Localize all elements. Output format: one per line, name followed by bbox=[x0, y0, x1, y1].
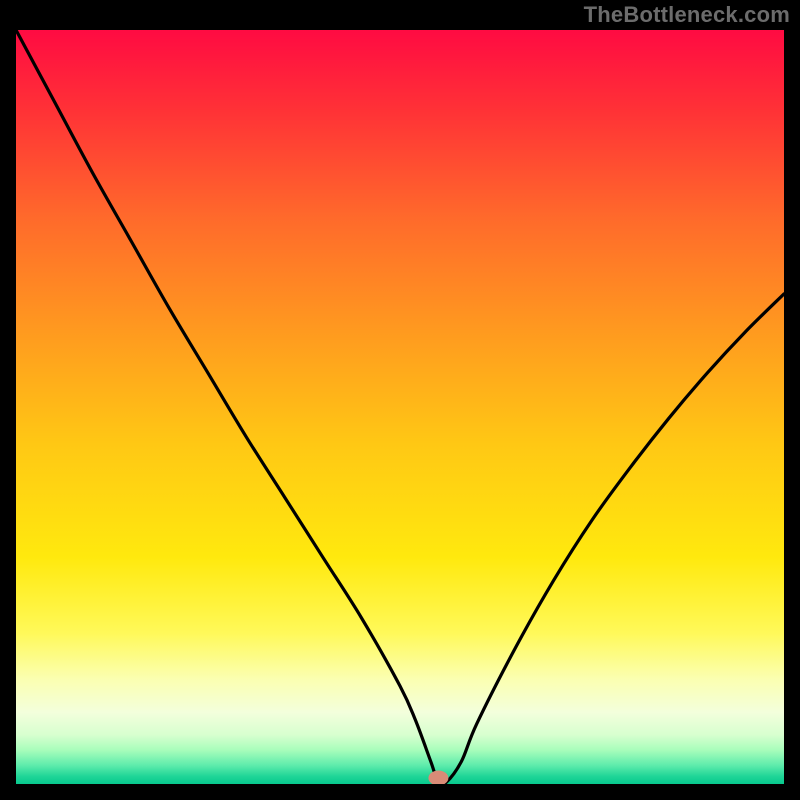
chart-frame: TheBottleneck.com bbox=[0, 0, 800, 800]
bottleneck-chart-svg bbox=[16, 30, 784, 784]
watermark-label: TheBottleneck.com bbox=[584, 2, 790, 28]
gradient-background bbox=[16, 30, 784, 784]
plot-area bbox=[16, 30, 784, 784]
